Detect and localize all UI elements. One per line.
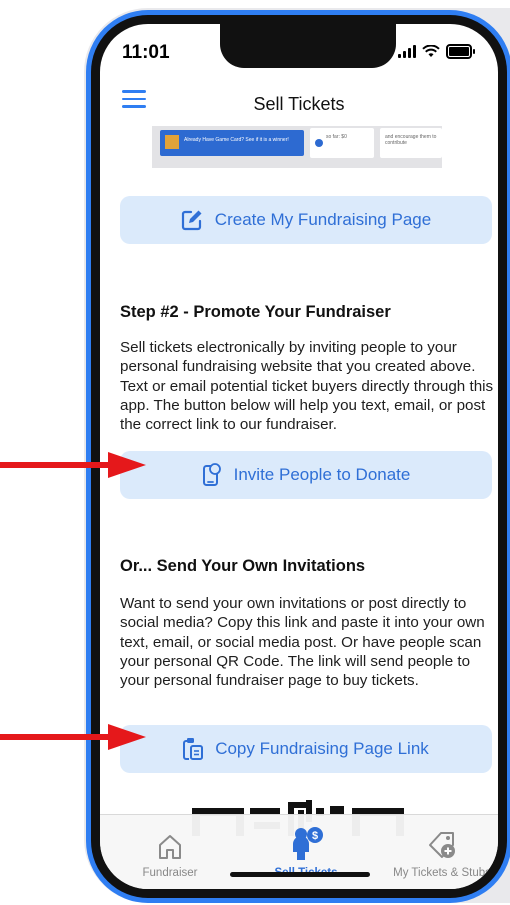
person-dollar-icon: $ [293, 827, 323, 860]
preview-card-progress: so far: $0 [310, 128, 374, 158]
tag-plus-icon [429, 832, 455, 858]
create-fundraising-page-label: Create My Fundraising Page [214, 210, 432, 229]
step2-title: Step #2 - Promote Your Fundraiser [120, 303, 391, 321]
preview-card1-text: Already Have Game Card? See if it is a w… [184, 137, 289, 143]
signal-icon [398, 45, 416, 58]
step2-body: Sell tickets electronically by inviting … [120, 339, 494, 434]
nav-title: Sell Tickets [253, 94, 345, 114]
svg-text:$: $ [312, 830, 318, 842]
home-icon [159, 835, 181, 859]
preview-card-encourage: and encourage them to contribute [380, 128, 442, 158]
invite-people-button[interactable]: Invite People to Donate [120, 451, 492, 499]
preview-thumb [165, 135, 179, 149]
nav-bar: Sell Tickets [100, 80, 498, 130]
screen: 11:01 Sell Tickets Already Have Game Car… [100, 24, 498, 889]
copy-fundraising-link-button[interactable]: Copy Fundraising Page Link [120, 725, 492, 773]
preview-dot [315, 139, 323, 147]
tab-my-tickets-label: My Tickets & Stubs [393, 867, 491, 879]
page: 11:01 Sell Tickets Already Have Game Car… [0, 0, 510, 905]
wifi-icon [422, 45, 440, 57]
phone-message-icon [202, 463, 221, 486]
status-time: 11:01 [122, 42, 170, 63]
phone-bezel: 11:01 Sell Tickets Already Have Game Car… [91, 15, 507, 898]
preview-card3-text: and encourage them to contribute [385, 134, 437, 146]
own-invitations-body: Want to send your own invitations or pos… [120, 595, 485, 690]
clipboard-icon [183, 738, 204, 760]
home-indicator [230, 872, 370, 877]
status-icons [398, 44, 475, 59]
tab-my-tickets[interactable]: My Tickets & Stubs [380, 827, 498, 879]
tab-fundraiser-label: Fundraiser [142, 867, 198, 879]
fundraising-page-preview: Already Have Game Card? See if it is a w… [152, 126, 442, 168]
edit-icon [181, 210, 202, 231]
tab-fundraiser[interactable]: Fundraiser [122, 827, 218, 879]
invite-people-label: Invite People to Donate [233, 465, 411, 484]
copy-fundraising-link-label: Copy Fundraising Page Link [215, 739, 429, 758]
create-fundraising-page-button[interactable]: Create My Fundraising Page [120, 196, 492, 244]
phone-frame: 11:01 Sell Tickets Already Have Game Car… [86, 10, 510, 903]
battery-icon [446, 44, 475, 59]
tab-bar: Fundraiser $ Sell Tickets [100, 814, 498, 889]
preview-card2-text: so far: $0 [326, 134, 347, 140]
preview-card-game: Already Have Game Card? See if it is a w… [160, 130, 304, 156]
notch [220, 24, 396, 68]
own-invitations-title: Or... Send Your Own Invitations [120, 557, 366, 575]
